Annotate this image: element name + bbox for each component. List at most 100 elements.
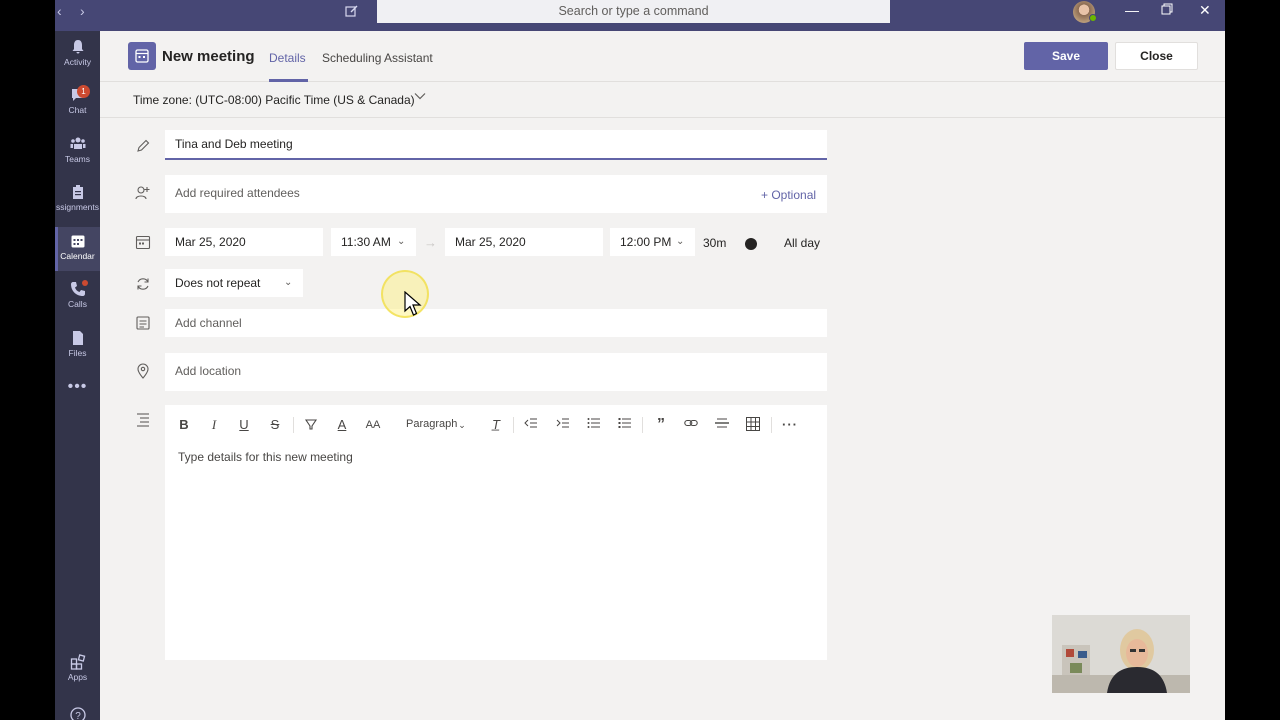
bell-icon — [72, 40, 83, 54]
numbered-list-icon[interactable] — [617, 417, 633, 433]
toolbar-divider — [293, 417, 294, 433]
quote-icon[interactable]: ” — [653, 417, 669, 433]
calendar-icon — [135, 235, 151, 250]
mouse-pointer-icon — [404, 291, 422, 316]
rail-label: Calls — [68, 299, 87, 309]
all-day-label: All day — [784, 236, 821, 250]
horizontal-rule-icon[interactable] — [714, 417, 730, 433]
compose-icon[interactable] — [345, 4, 359, 21]
left-margin — [0, 0, 55, 720]
bold-icon[interactable]: B — [177, 417, 191, 433]
clear-formatting-icon[interactable]: T̲ — [488, 417, 504, 433]
help-button[interactable]: ? — [55, 701, 100, 720]
tab-details[interactable]: Details — [269, 51, 306, 65]
rail-item-apps[interactable]: Apps — [55, 648, 100, 692]
active-tab-indicator — [269, 79, 308, 82]
strikethrough-icon[interactable]: S — [268, 417, 282, 433]
rail-item-files[interactable]: Files — [55, 324, 100, 368]
rail-item-activity[interactable]: Activity — [55, 33, 100, 77]
forward-icon[interactable]: › — [80, 3, 85, 19]
end-date-picker[interactable]: Mar 25, 2020 — [445, 228, 603, 256]
close-button[interactable]: Close — [1115, 42, 1198, 70]
rail-item-assignments[interactable]: ssignments — [55, 178, 100, 222]
chevron-down-icon[interactable] — [414, 91, 426, 103]
font-color-icon[interactable]: A — [335, 417, 349, 433]
chevron-down-icon: ⌄ — [397, 236, 406, 247]
highlight-icon[interactable] — [304, 417, 318, 433]
decrease-indent-icon[interactable] — [523, 417, 539, 433]
webcam-overlay — [1052, 615, 1190, 693]
table-icon[interactable] — [745, 417, 761, 433]
toolbar-divider — [642, 417, 643, 433]
rail-label: Calendar — [60, 251, 95, 261]
rail-item-calls[interactable]: Calls — [55, 275, 100, 319]
divider — [100, 117, 1225, 118]
rail-label: Chat — [68, 105, 87, 115]
link-icon[interactable] — [683, 417, 699, 433]
calendar-icon — [71, 235, 84, 248]
channel-input[interactable]: Add channel — [165, 309, 827, 337]
toggle-knob — [745, 238, 757, 250]
meeting-title-input[interactable]: Tina and Deb meeting — [165, 130, 827, 160]
unread-badge: 1 — [77, 85, 90, 98]
back-icon[interactable]: ‹ — [57, 3, 62, 19]
rail-item-teams[interactable]: Teams — [55, 130, 100, 174]
rail-item-chat[interactable]: Chat 1 — [55, 81, 100, 125]
calendar-tile-icon — [128, 42, 156, 70]
toolbar-divider — [513, 417, 514, 433]
notification-dot — [82, 280, 88, 286]
bulleted-list-icon[interactable] — [586, 417, 602, 433]
rail-label: Apps — [67, 672, 88, 682]
minimize-icon[interactable]: — — [1125, 2, 1139, 18]
help-icon: ? — [69, 707, 86, 720]
start-date-picker[interactable]: Mar 25, 2020 — [165, 228, 323, 256]
underline-icon[interactable]: U — [237, 417, 251, 433]
rail-label: Activity — [64, 57, 91, 67]
details-editor[interactable]: B I U S A AA Paragraph ⌄ T̲ ” ··· Type d… — [165, 405, 827, 660]
tab-scheduling-assistant[interactable]: Scheduling Assistant — [322, 51, 433, 65]
search-input[interactable]: Search or type a command — [377, 0, 890, 23]
pencil-icon — [137, 139, 150, 152]
italic-icon[interactable]: I — [207, 417, 221, 433]
font-size-icon[interactable]: AA — [365, 417, 381, 433]
chevron-down-icon: ⌄ — [458, 420, 466, 430]
restore-icon[interactable] — [1161, 2, 1173, 18]
teams-icon — [70, 137, 85, 149]
rail-label: ssignments — [56, 202, 99, 212]
paragraph-select[interactable]: Paragraph — [406, 418, 457, 430]
svg-text:?: ? — [75, 711, 81, 720]
all-day-toggle[interactable] — [743, 236, 775, 252]
increase-indent-icon[interactable] — [555, 417, 571, 433]
meeting-header: New meeting Details Scheduling Assistant… — [100, 31, 1225, 82]
attendees-input[interactable]: Add required attendees — [165, 175, 827, 213]
close-window-icon[interactable]: ✕ — [1199, 2, 1211, 19]
save-button[interactable]: Save — [1024, 42, 1108, 70]
page-title: New meeting — [162, 48, 255, 65]
repeat-icon — [137, 278, 149, 290]
details-list-icon — [137, 413, 149, 427]
toolbar-divider — [771, 417, 772, 433]
more-options-icon[interactable]: ··· — [781, 417, 799, 433]
repeat-select[interactable]: Does not repeat — [165, 269, 303, 297]
apps-icon — [70, 654, 85, 670]
location-pin-icon — [137, 363, 149, 379]
app-rail: Activity Chat 1 Teams ssignments Calenda… — [55, 31, 100, 720]
location-input[interactable]: Add location — [165, 353, 827, 391]
more-apps-button[interactable]: ••• — [55, 377, 100, 403]
presence-available-icon — [1089, 14, 1097, 22]
title-bar: ‹ › Search or type a command — ✕ — [55, 0, 1225, 31]
rail-label: Files — [68, 348, 87, 358]
timezone-select[interactable]: Time zone: (UTC-08:00) Pacific Time (US … — [133, 93, 415, 107]
assignments-icon — [72, 185, 83, 199]
file-icon — [72, 331, 83, 345]
details-placeholder: Type details for this new meeting — [178, 450, 353, 464]
duration-label: 30m — [703, 236, 727, 250]
arrow-right-icon: → — [424, 235, 437, 250]
channel-icon — [136, 316, 150, 330]
rail-item-calendar[interactable]: Calendar — [55, 227, 100, 271]
add-person-icon — [135, 186, 150, 200]
optional-attendees-link[interactable]: + Optional — [761, 188, 816, 202]
chevron-down-icon: ⌄ — [284, 277, 293, 288]
more-icon: ••• — [67, 378, 88, 395]
right-margin — [1225, 0, 1280, 720]
